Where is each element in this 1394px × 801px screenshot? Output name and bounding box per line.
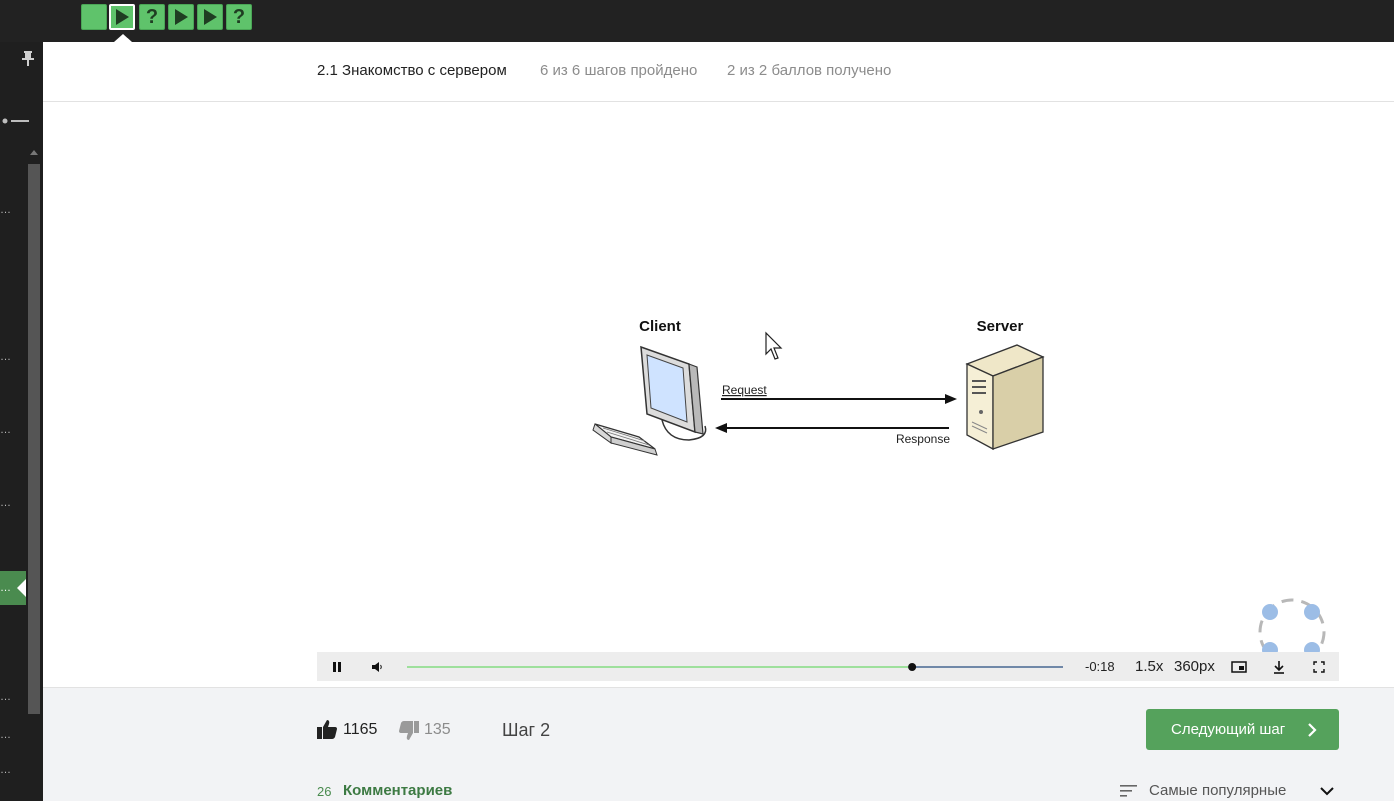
pin-icon[interactable] — [21, 50, 35, 66]
sidebar-scrollbar[interactable] — [28, 164, 40, 714]
thumbs-down-icon[interactable] — [398, 720, 420, 742]
sidebar-item-truncated[interactable]: … — [0, 352, 11, 363]
steps-progress: 6 из 6 шагов пройдено — [540, 62, 698, 79]
playback-speed-button[interactable]: 1.5x — [1135, 658, 1163, 675]
scroll-up-arrow-icon[interactable] — [30, 150, 38, 155]
step-2-video[interactable] — [109, 4, 135, 30]
lesson-header: 2.1 Знакомство с сервером 6 из 6 шагов п… — [43, 42, 1394, 102]
client-server-diagram: Client Server Request Response — [592, 318, 1326, 652]
score-progress: 2 из 2 баллов получено — [727, 62, 892, 79]
sidebar-item-truncated[interactable]: … — [0, 205, 11, 216]
server-label: Server — [977, 318, 1024, 335]
step-navigation-bar: ? ? — [0, 0, 1394, 42]
video-controls: -0:18 1.5x 360px — [317, 652, 1339, 681]
download-icon — [1274, 660, 1284, 674]
pause-button[interactable] — [327, 652, 347, 681]
sidebar-item-truncated[interactable]: … — [0, 425, 11, 436]
video-player[interactable]: Client Server Request Response — [317, 102, 1339, 652]
step-footer: 1165 135 Шаг 2 Следующий шаг 26 Коммента… — [43, 687, 1394, 801]
sidebar-item-truncated: … — [0, 582, 11, 594]
seek-bar[interactable] — [405, 660, 1065, 674]
question-mark-icon: ? — [232, 6, 246, 28]
fullscreen-icon — [1313, 660, 1325, 673]
active-item-pointer — [17, 579, 26, 597]
step-5-video[interactable] — [197, 4, 223, 30]
next-step-button[interactable]: Следующий шаг — [1146, 709, 1339, 750]
picture-in-picture-button[interactable] — [1229, 652, 1249, 681]
computer-icon — [592, 345, 707, 456]
sort-icon[interactable] — [1120, 784, 1138, 798]
quality-button[interactable]: 360px — [1174, 658, 1215, 675]
lesson-title: 2.1 Знакомство с сервером — [317, 62, 507, 79]
volume-button[interactable] — [367, 652, 387, 681]
sidebar-item-truncated[interactable]: … — [0, 730, 11, 741]
step-4-video[interactable] — [168, 4, 194, 30]
server-icon — [965, 344, 1045, 451]
next-step-label: Следующий шаг — [1171, 721, 1286, 738]
question-mark-icon: ? — [145, 6, 159, 28]
lesson-sidebar: … … … … … … … … — [0, 42, 43, 801]
active-step-caret — [114, 34, 132, 42]
request-label: Request — [722, 383, 767, 397]
step-number: Шаг 2 — [502, 720, 551, 740]
step-1-text[interactable] — [81, 4, 107, 30]
sidebar-item-truncated[interactable]: … — [0, 498, 11, 509]
chevron-down-icon[interactable] — [1319, 786, 1335, 796]
download-button[interactable] — [1269, 652, 1289, 681]
play-icon — [204, 9, 217, 25]
sidebar-width-slider[interactable] — [2, 117, 30, 125]
picture-in-picture-icon — [1231, 660, 1247, 673]
chevron-right-icon — [1308, 723, 1317, 737]
step-3-quiz[interactable]: ? — [139, 4, 165, 30]
pause-icon — [333, 661, 341, 672]
step-6-quiz[interactable]: ? — [226, 4, 252, 30]
fullscreen-button[interactable] — [1309, 652, 1329, 681]
response-arrowhead — [715, 423, 727, 433]
request-arrowhead — [945, 394, 957, 404]
comments-link[interactable]: Комментариев — [343, 782, 452, 799]
sidebar-item-truncated[interactable]: … — [0, 765, 11, 776]
loading-spinner-icon — [1258, 598, 1326, 652]
play-icon — [116, 9, 129, 25]
dislikes-count: 135 — [424, 721, 451, 738]
likes-count: 1165 — [343, 721, 378, 738]
sort-dropdown[interactable]: Самые популярные — [1149, 782, 1286, 799]
response-label: Response — [896, 432, 950, 446]
speaker-icon — [372, 661, 382, 672]
thumbs-up-icon[interactable] — [316, 718, 338, 740]
play-icon — [175, 9, 188, 25]
seek-thumb[interactable] — [908, 663, 917, 671]
client-label: Client — [639, 318, 681, 335]
mouse-cursor-icon — [765, 331, 783, 360]
time-remaining: -0:18 — [1085, 659, 1115, 674]
sidebar-item-truncated[interactable]: … — [0, 692, 11, 703]
comments-count: 26 — [317, 784, 332, 799]
